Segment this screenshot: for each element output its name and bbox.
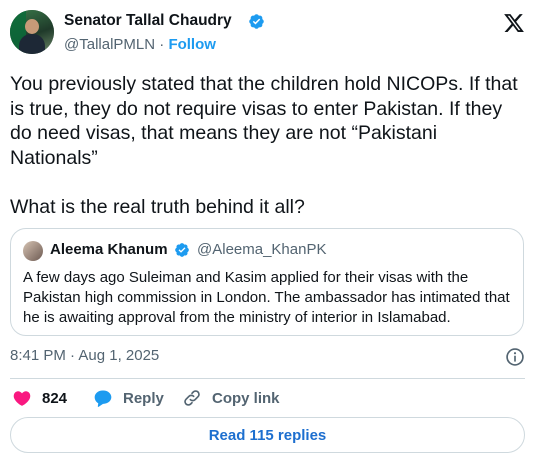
like-button[interactable]: 824 [12,387,67,409]
quoted-tweet[interactable]: Aleema Khanum @Aleema_KhanPK A few days … [10,228,524,336]
tweet-embed: Senator Tallal Chaudry @TallalPMLN · Fol… [0,0,538,463]
author-name[interactable]: Senator Tallal Chaudry [64,12,232,30]
tweet-paragraph: You previously stated that the children … [10,73,518,169]
reply-label: Reply [123,389,164,407]
author-handle[interactable]: @TallalPMLN [64,36,155,53]
info-icon[interactable] [505,347,525,367]
quoted-author-handle: @Aleema_KhanPK [197,241,327,258]
like-count: 824 [42,389,68,407]
verified-badge-icon [175,243,189,257]
reply-bubble-icon [94,390,112,407]
reply-button[interactable]: Reply [93,387,164,409]
copy-link-label: Copy link [212,389,280,407]
heart-icon [13,391,31,406]
quoted-tweet-text: A few days ago Suleiman and Kasim applie… [23,269,510,326]
author-avatar[interactable] [10,10,54,54]
link-icon [184,390,200,406]
copy-link-button[interactable]: Copy link [182,387,280,409]
divider [10,378,525,379]
separator-dot: · [159,36,165,53]
verified-badge-icon [249,14,264,29]
author-handle-row: @TallalPMLN · Follow [64,36,216,53]
tweet-text: You previously stated that the children … [10,72,525,219]
quoted-author-name: Aleema Khanum [50,241,168,258]
x-logo-icon[interactable] [503,12,525,34]
timestamp[interactable]: 8:41 PM · Aug 1, 2025 [10,347,159,364]
quoted-author-avatar [23,241,43,261]
tweet-paragraph: What is the real truth behind it all? [10,195,305,218]
follow-button[interactable]: Follow [168,36,216,53]
read-replies-button[interactable]: Read 115 replies [10,417,525,453]
